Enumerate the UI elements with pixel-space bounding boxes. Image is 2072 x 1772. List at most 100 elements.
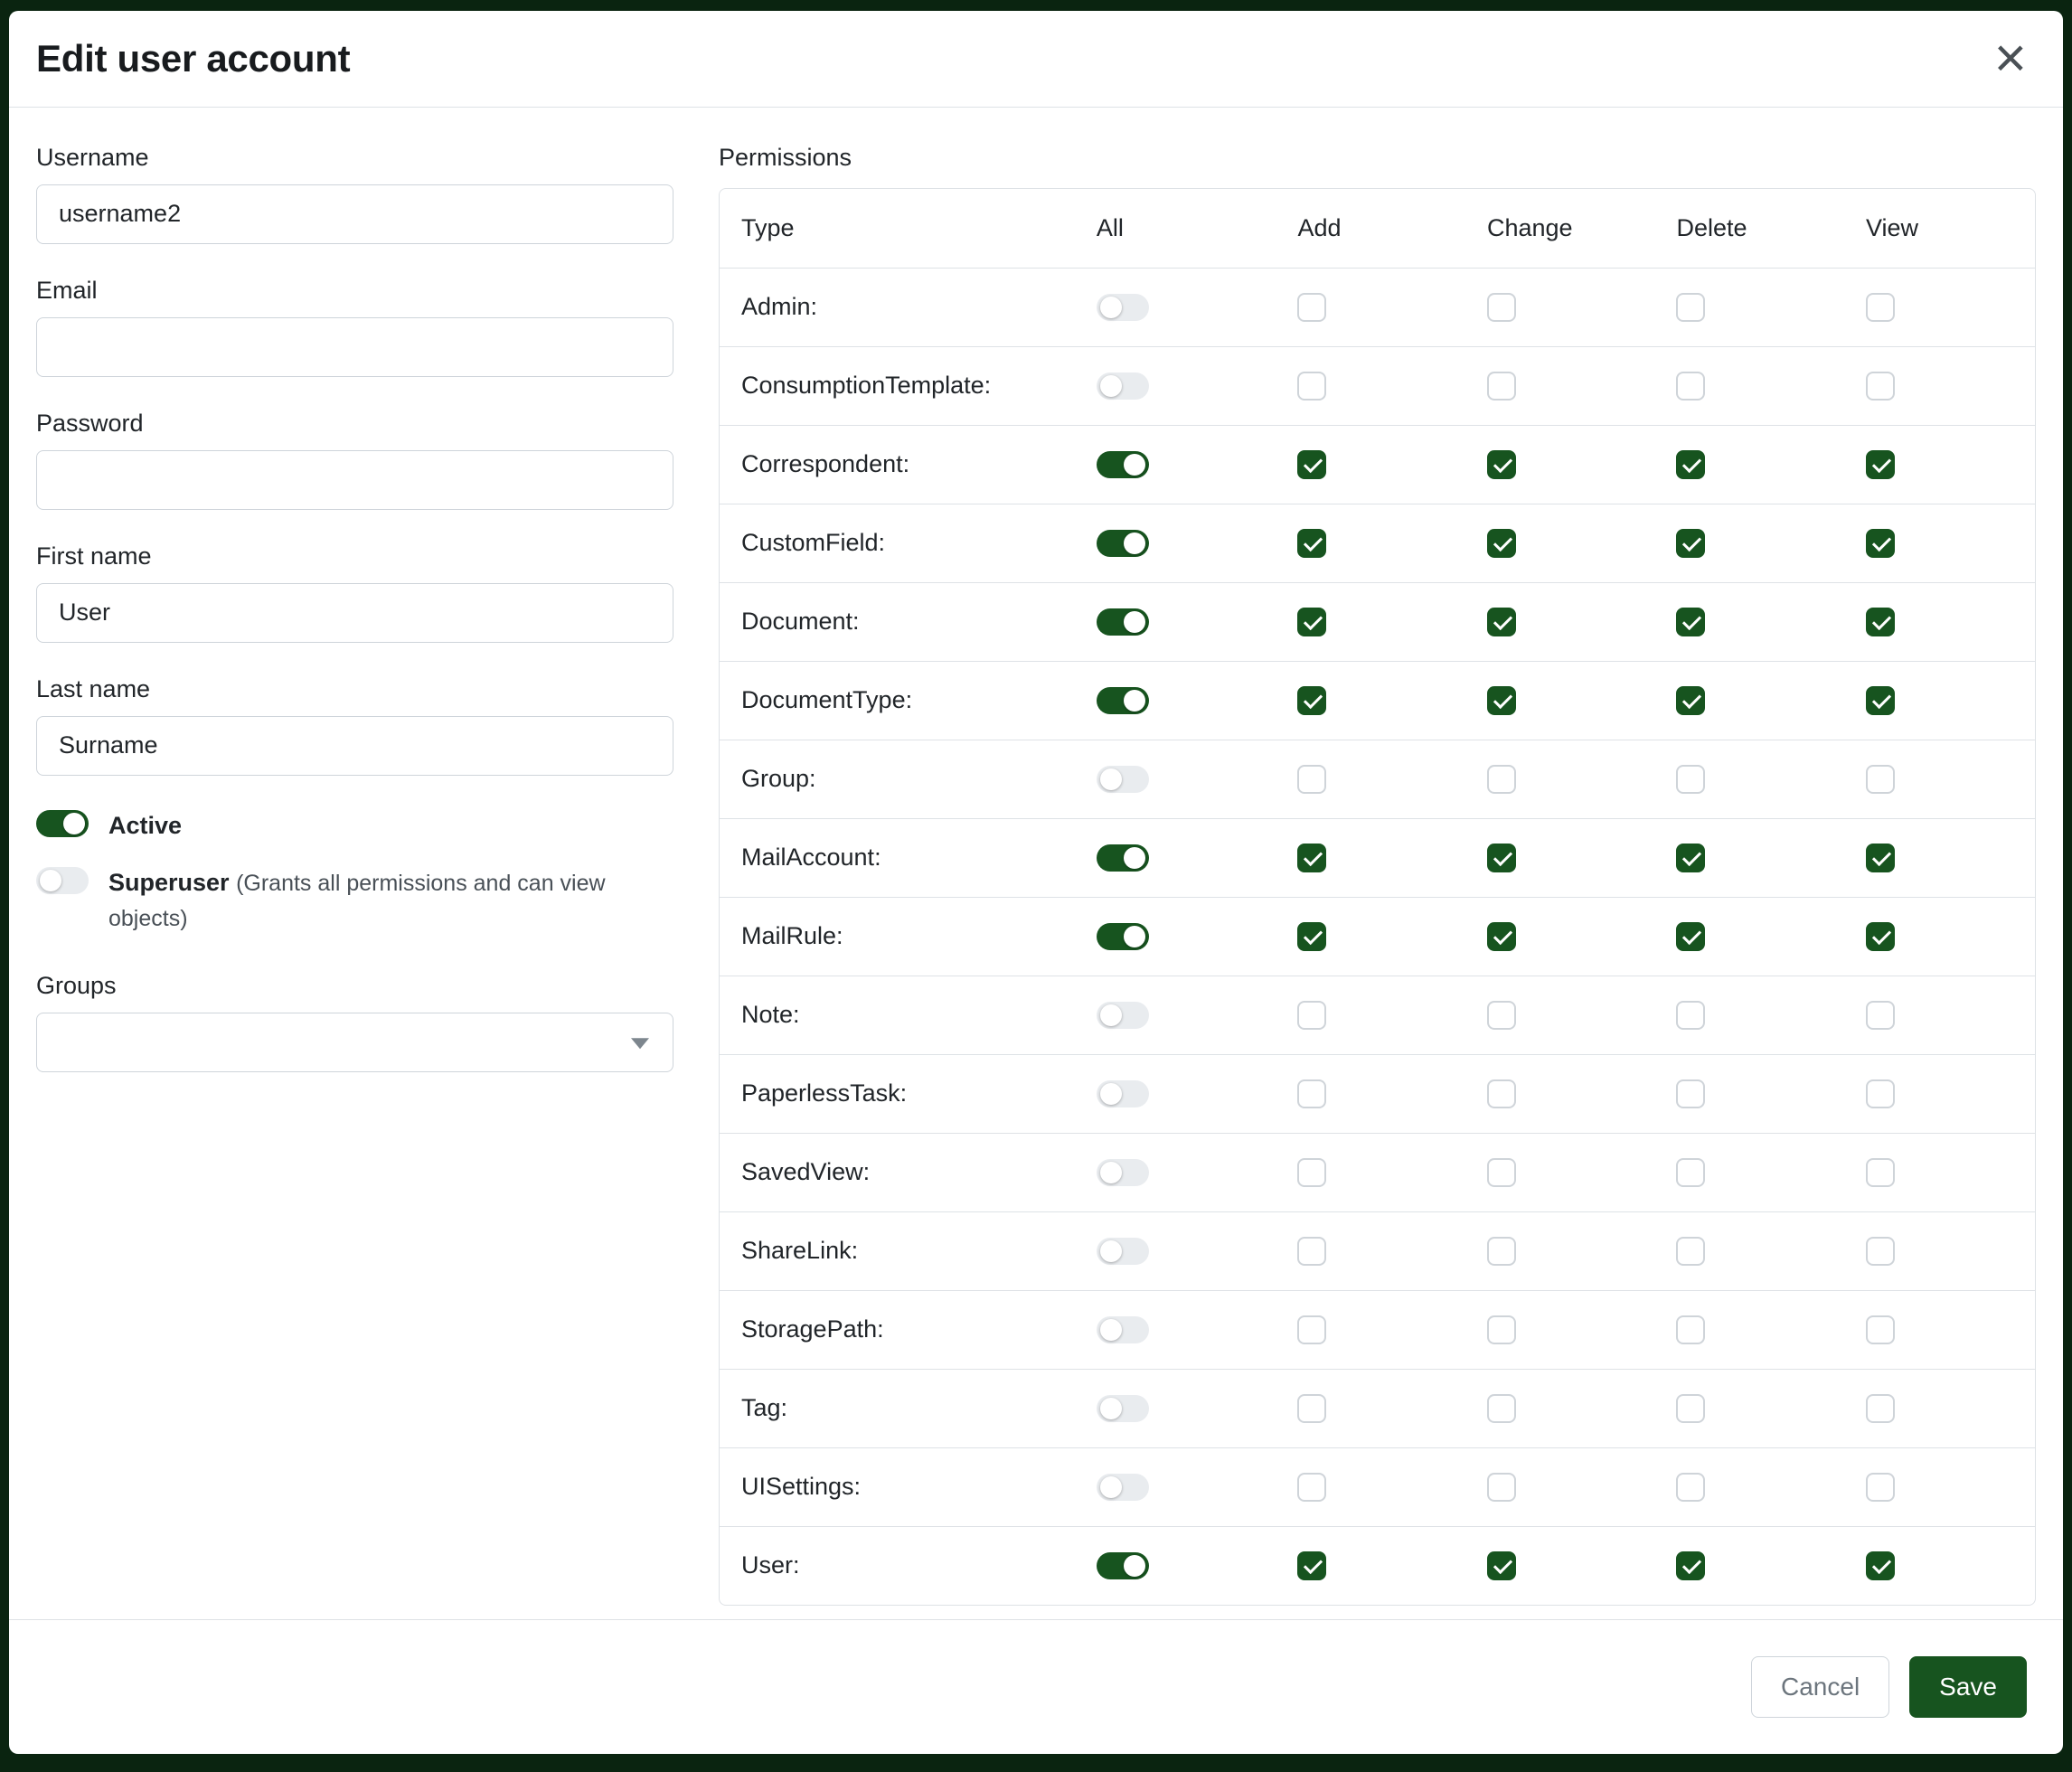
permission-change-checkbox[interactable] [1487, 372, 1516, 401]
permission-view-checkbox[interactable] [1866, 1315, 1895, 1344]
permission-all-toggle[interactable] [1097, 1552, 1149, 1579]
last-name-input[interactable] [36, 716, 673, 776]
permission-add-checkbox[interactable] [1297, 922, 1326, 951]
permission-view-checkbox[interactable] [1866, 1394, 1895, 1423]
permission-change-checkbox[interactable] [1487, 1158, 1516, 1187]
groups-select[interactable] [36, 1013, 673, 1072]
email-input[interactable] [36, 317, 673, 377]
permission-add-checkbox[interactable] [1297, 1079, 1326, 1108]
permission-change-checkbox[interactable] [1487, 686, 1516, 715]
permission-delete-checkbox[interactable] [1676, 1315, 1705, 1344]
permission-view-checkbox[interactable] [1866, 844, 1895, 872]
permission-view-checkbox[interactable] [1866, 293, 1895, 322]
permission-all-toggle[interactable] [1097, 766, 1149, 793]
permission-change-checkbox[interactable] [1487, 1473, 1516, 1502]
permission-view-checkbox[interactable] [1866, 1473, 1895, 1502]
col-header-view: View [1844, 189, 2035, 269]
permission-all-toggle[interactable] [1097, 1159, 1149, 1186]
cancel-button[interactable]: Cancel [1751, 1656, 1889, 1718]
superuser-toggle-row: Superuser (Grants all permissions and ca… [36, 865, 673, 936]
permission-view-checkbox[interactable] [1866, 765, 1895, 794]
permission-change-checkbox[interactable] [1487, 1001, 1516, 1030]
permission-all-toggle[interactable] [1097, 530, 1149, 557]
permission-all-toggle[interactable] [1097, 1002, 1149, 1029]
permission-all-toggle[interactable] [1097, 608, 1149, 636]
permission-all-toggle[interactable] [1097, 372, 1149, 400]
permission-change-checkbox[interactable] [1487, 529, 1516, 558]
permission-delete-checkbox[interactable] [1676, 1158, 1705, 1187]
permission-add-checkbox[interactable] [1297, 608, 1326, 636]
permission-add-checkbox[interactable] [1297, 529, 1326, 558]
permission-delete-checkbox[interactable] [1676, 1551, 1705, 1580]
permission-add-checkbox[interactable] [1297, 372, 1326, 401]
permission-view-checkbox[interactable] [1866, 372, 1895, 401]
permission-delete-checkbox[interactable] [1676, 844, 1705, 872]
permission-view-checkbox[interactable] [1866, 1001, 1895, 1030]
permission-add-checkbox[interactable] [1297, 1394, 1326, 1423]
permission-all-toggle[interactable] [1097, 844, 1149, 872]
permission-delete-checkbox[interactable] [1676, 686, 1705, 715]
permission-all-toggle[interactable] [1097, 1080, 1149, 1108]
permission-view-checkbox[interactable] [1866, 686, 1895, 715]
permission-add-checkbox[interactable] [1297, 1237, 1326, 1266]
active-toggle[interactable] [36, 810, 89, 837]
permission-all-toggle[interactable] [1097, 923, 1149, 950]
modal-title: Edit user account [36, 37, 350, 80]
permission-delete-checkbox[interactable] [1676, 1237, 1705, 1266]
permissions-label: Permissions [719, 144, 2036, 172]
permission-delete-checkbox[interactable] [1676, 1079, 1705, 1108]
first-name-input[interactable] [36, 583, 673, 643]
permission-delete-checkbox[interactable] [1676, 1394, 1705, 1423]
permission-change-checkbox[interactable] [1487, 765, 1516, 794]
permission-view-checkbox[interactable] [1866, 1158, 1895, 1187]
permission-all-toggle[interactable] [1097, 451, 1149, 478]
superuser-toggle[interactable] [36, 867, 89, 894]
permission-delete-checkbox[interactable] [1676, 529, 1705, 558]
permission-delete-checkbox[interactable] [1676, 1473, 1705, 1502]
permission-delete-checkbox[interactable] [1676, 293, 1705, 322]
permission-view-checkbox[interactable] [1866, 1079, 1895, 1108]
permission-change-checkbox[interactable] [1487, 1237, 1516, 1266]
permission-all-toggle[interactable] [1097, 1316, 1149, 1343]
permission-all-toggle[interactable] [1097, 1395, 1149, 1422]
permission-add-checkbox[interactable] [1297, 1551, 1326, 1580]
permission-view-checkbox[interactable] [1866, 1551, 1895, 1580]
save-button[interactable]: Save [1909, 1656, 2027, 1718]
permission-delete-checkbox[interactable] [1676, 1001, 1705, 1030]
permission-change-checkbox[interactable] [1487, 844, 1516, 872]
permission-add-checkbox[interactable] [1297, 450, 1326, 479]
permission-delete-checkbox[interactable] [1676, 372, 1705, 401]
permission-view-checkbox[interactable] [1866, 1237, 1895, 1266]
permission-change-checkbox[interactable] [1487, 922, 1516, 951]
permission-add-checkbox[interactable] [1297, 686, 1326, 715]
permission-all-toggle[interactable] [1097, 1474, 1149, 1501]
permission-view-checkbox[interactable] [1866, 450, 1895, 479]
permission-delete-checkbox[interactable] [1676, 922, 1705, 951]
permission-all-toggle[interactable] [1097, 294, 1149, 321]
permission-delete-checkbox[interactable] [1676, 608, 1705, 636]
permission-change-checkbox[interactable] [1487, 1315, 1516, 1344]
permission-add-checkbox[interactable] [1297, 1001, 1326, 1030]
permission-add-checkbox[interactable] [1297, 1473, 1326, 1502]
permission-delete-checkbox[interactable] [1676, 765, 1705, 794]
permission-change-checkbox[interactable] [1487, 450, 1516, 479]
permission-all-toggle[interactable] [1097, 1238, 1149, 1265]
permission-add-checkbox[interactable] [1297, 1315, 1326, 1344]
permission-change-checkbox[interactable] [1487, 1079, 1516, 1108]
username-input[interactable] [36, 184, 673, 244]
permission-add-checkbox[interactable] [1297, 1158, 1326, 1187]
permission-add-checkbox[interactable] [1297, 293, 1326, 322]
permission-view-checkbox[interactable] [1866, 608, 1895, 636]
permission-change-checkbox[interactable] [1487, 608, 1516, 636]
permission-view-checkbox[interactable] [1866, 922, 1895, 951]
permission-add-checkbox[interactable] [1297, 844, 1326, 872]
permission-change-checkbox[interactable] [1487, 293, 1516, 322]
permission-change-checkbox[interactable] [1487, 1551, 1516, 1580]
permission-view-checkbox[interactable] [1866, 529, 1895, 558]
permission-delete-checkbox[interactable] [1676, 450, 1705, 479]
close-button[interactable]: × [1989, 36, 2032, 81]
password-input[interactable] [36, 450, 673, 510]
permission-all-toggle[interactable] [1097, 687, 1149, 714]
permission-change-checkbox[interactable] [1487, 1394, 1516, 1423]
permission-add-checkbox[interactable] [1297, 765, 1326, 794]
